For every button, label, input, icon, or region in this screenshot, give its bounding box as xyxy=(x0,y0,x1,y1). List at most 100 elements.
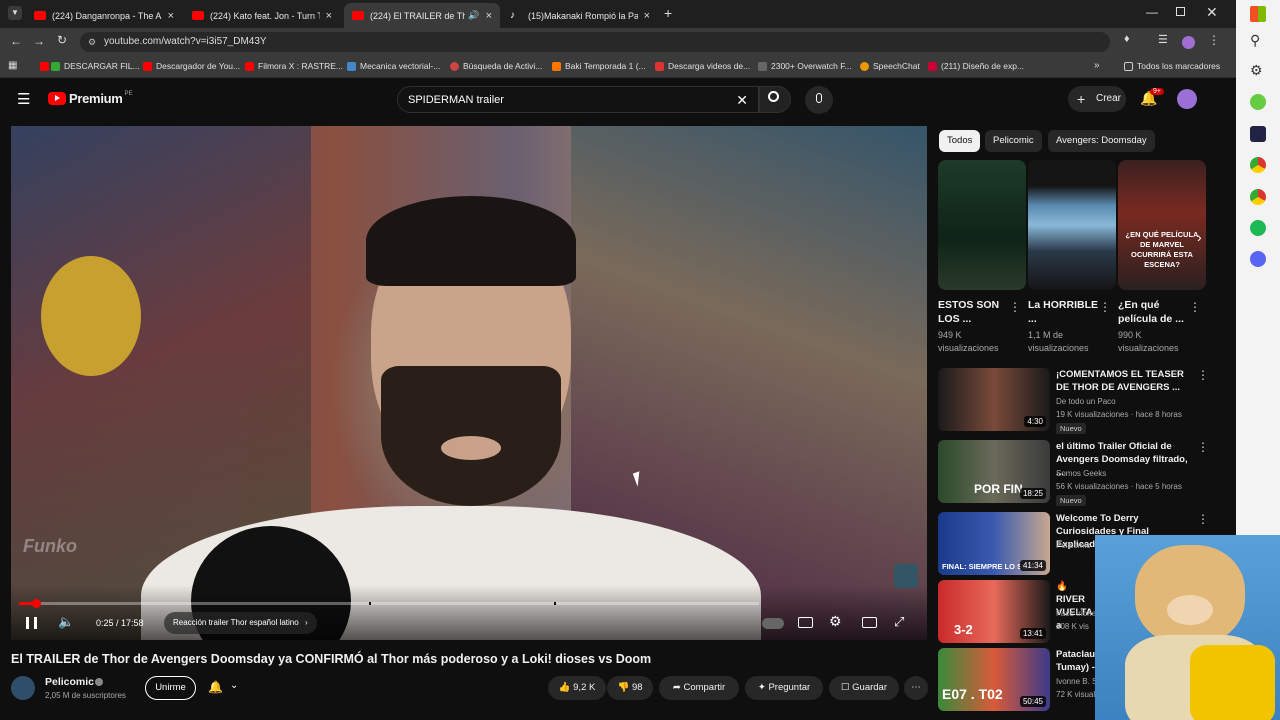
settings-gear-icon[interactable]: ⚙ xyxy=(829,613,842,630)
more-bookmarks-icon[interactable]: » xyxy=(1094,60,1100,71)
audio-playing-icon[interactable]: 🔊 xyxy=(468,10,479,21)
video-title[interactable]: ¡COMENTAMOS EL TEASER DE THOR DE AVENGER… xyxy=(1056,368,1192,394)
search-button[interactable] xyxy=(759,86,791,113)
discord-icon[interactable] xyxy=(1250,251,1266,267)
app-green-icon[interactable] xyxy=(1250,94,1266,110)
chrome-profile-icon[interactable] xyxy=(1250,189,1266,205)
more-actions-button[interactable]: ⋯ xyxy=(904,676,928,700)
bookmark-item[interactable]: 2300+ Overwatch F... xyxy=(758,61,852,71)
short-title[interactable]: ¿En qué película de ... xyxy=(1118,298,1188,326)
profile-avatar-icon[interactable] xyxy=(1182,36,1195,49)
channel-name[interactable]: Pelicomic xyxy=(1056,540,1090,552)
back-icon[interactable]: ← xyxy=(10,34,22,48)
all-bookmarks-folder[interactable]: Todos los marcadores xyxy=(1124,61,1220,71)
chapter-button[interactable]: Reacción trailer Thor español latino › xyxy=(164,612,317,634)
search-input[interactable]: SPIDERMAN trailer ✕ xyxy=(397,86,759,113)
channel-name[interactable]: Somos Geeks xyxy=(1056,468,1106,480)
more-vert-icon[interactable]: ⋮ xyxy=(1189,300,1201,314)
more-vert-icon[interactable]: ⋮ xyxy=(1099,300,1111,314)
app-u-icon[interactable] xyxy=(1250,126,1266,142)
channel-name[interactable]: Ivonne B. S xyxy=(1056,676,1097,688)
subscription-bell-icon[interactable]: 🔔 xyxy=(208,680,223,694)
progress-bar[interactable] xyxy=(19,602,759,605)
bookmark-item[interactable]: SpeechChat xyxy=(860,61,920,71)
hamburger-menu-icon[interactable]: ☰ xyxy=(17,90,30,108)
windows-icon[interactable] xyxy=(1250,6,1266,22)
site-info-icon[interactable]: ⚙ xyxy=(88,32,96,52)
bookmark-item[interactable]: Descargador de You... xyxy=(143,61,240,71)
apps-grid-icon[interactable]: ▦ xyxy=(8,60,17,71)
video-thumbnail[interactable]: FINAL: SIEMPRE LO SUPO 41:34 xyxy=(938,512,1050,575)
autoplay-toggle[interactable] xyxy=(762,618,784,629)
account-avatar[interactable] xyxy=(1177,89,1197,109)
bookmark-item[interactable]: Descarga videos de... xyxy=(655,61,750,71)
create-button[interactable]: + Crear xyxy=(1068,86,1126,112)
browser-tab[interactable]: ♪ (15)Makanaki Rompió la Pantall × xyxy=(502,3,658,28)
close-window-icon[interactable]: ✕ xyxy=(1206,4,1218,21)
search-icon[interactable]: ⚲ xyxy=(1250,32,1260,49)
ask-button[interactable]: ✦ Preguntar xyxy=(745,676,823,700)
restore-icon[interactable] xyxy=(1176,7,1185,16)
video-thumbnail[interactable]: E07 . T02 50:45 xyxy=(938,648,1050,711)
channel-name[interactable]: De todo un Paco xyxy=(1056,396,1116,408)
more-vert-icon[interactable]: ⋮ xyxy=(1197,368,1209,382)
close-tab-icon[interactable]: × xyxy=(486,10,492,22)
close-tab-icon[interactable]: × xyxy=(326,10,332,22)
short-title[interactable]: ESTOS SON LOS ... xyxy=(938,298,1008,326)
url-field[interactable]: ⚙ youtube.com/watch?v=i3i57_DM43Y xyxy=(80,32,1110,52)
short-thumbnail[interactable] xyxy=(938,160,1026,290)
video-thumbnail[interactable]: 4:30 xyxy=(938,368,1050,431)
chevron-down-icon[interactable]: ⌄ xyxy=(230,680,238,691)
save-button[interactable]: ☐ Guardar xyxy=(829,676,899,700)
video-player[interactable]: Funko xyxy=(11,126,927,640)
subtitles-icon[interactable] xyxy=(798,617,813,628)
chrome-icon[interactable] xyxy=(1250,157,1266,173)
chevron-right-icon[interactable]: › xyxy=(1197,229,1202,245)
volume-icon[interactable]: 🔈 xyxy=(58,614,74,630)
gear-icon[interactable]: ⚙ xyxy=(1250,62,1263,79)
dislike-button[interactable]: 👎 98 xyxy=(607,676,653,700)
browser-tab[interactable]: (224) Danganronpa - The Anim × xyxy=(26,3,182,28)
short-thumbnail[interactable] xyxy=(1028,160,1116,290)
more-vert-icon[interactable]: ⋮ xyxy=(1197,440,1209,454)
bookmark-item[interactable]: Filmora X : RASTRE... xyxy=(245,61,343,71)
browser-tab-active[interactable]: (224) El TRAILER de Thor de 🔊 × xyxy=(344,3,500,28)
more-vert-icon[interactable]: ⋮ xyxy=(1009,300,1021,314)
short-title[interactable]: La HORRIBLE ... xyxy=(1028,298,1098,326)
bookmark-item[interactable]: DESCARGAR FIL... xyxy=(40,61,140,71)
join-button[interactable]: Unirme xyxy=(145,676,196,700)
youtube-logo[interactable]: Premium PE xyxy=(48,91,133,106)
forward-icon[interactable]: → xyxy=(33,34,45,48)
voice-search-button[interactable] xyxy=(805,86,833,114)
short-thumbnail[interactable]: ¿EN QUÉ PELÍCULA DE MARVEL OCURRIRÁ ESTA… xyxy=(1118,160,1206,290)
more-vert-icon[interactable]: ⋮ xyxy=(1197,512,1209,526)
reload-icon[interactable]: ↻ xyxy=(57,33,67,47)
fullscreen-icon[interactable]: ⤢ xyxy=(894,614,904,630)
chip-todos[interactable]: Todos xyxy=(939,130,981,152)
spotify-icon[interactable] xyxy=(1250,220,1266,236)
bookmark-item[interactable]: Mecanica vectorial-... xyxy=(347,61,440,71)
chip-avengers-doomsday[interactable]: Avengers: Doomsday xyxy=(1048,130,1155,152)
bookmark-item[interactable]: (211) Diseño de exp... xyxy=(928,61,1024,71)
chip-pelicomic[interactable]: Pelicomic xyxy=(985,130,1042,152)
video-title[interactable]: Pataclau Tumay) - xyxy=(1056,648,1096,674)
new-tab-button[interactable]: + xyxy=(664,5,672,21)
media-control-icon[interactable]: ☰ xyxy=(1158,33,1168,46)
close-tab-icon[interactable]: × xyxy=(168,10,174,22)
tab-search-icon[interactable]: ▼ xyxy=(8,6,22,20)
theater-mode-icon[interactable] xyxy=(862,617,877,628)
close-tab-icon[interactable]: × xyxy=(644,10,650,22)
video-thumbnail[interactable]: 3-2 13:41 xyxy=(938,580,1050,643)
bookmark-item[interactable]: Baki Temporada 1 (... xyxy=(552,61,646,71)
share-button[interactable]: ➦ Compartir xyxy=(659,676,739,700)
extensions-icon[interactable]: ♦ xyxy=(1124,33,1130,45)
channel-avatar[interactable] xyxy=(11,676,35,700)
bookmark-item[interactable]: Búsqueda de Activi... xyxy=(450,61,542,71)
scrubber-handle[interactable] xyxy=(32,599,42,608)
browser-menu-icon[interactable]: ⋮ xyxy=(1208,33,1220,47)
channel-name[interactable]: Facu Irione xyxy=(1056,608,1096,620)
minimize-icon[interactable]: — xyxy=(1146,5,1158,19)
browser-tab[interactable]: (224) Kato feat. Jon - Turn The × xyxy=(184,3,340,28)
video-thumbnail[interactable]: POR FIN 18:25 xyxy=(938,440,1050,503)
pause-icon[interactable] xyxy=(26,617,37,629)
